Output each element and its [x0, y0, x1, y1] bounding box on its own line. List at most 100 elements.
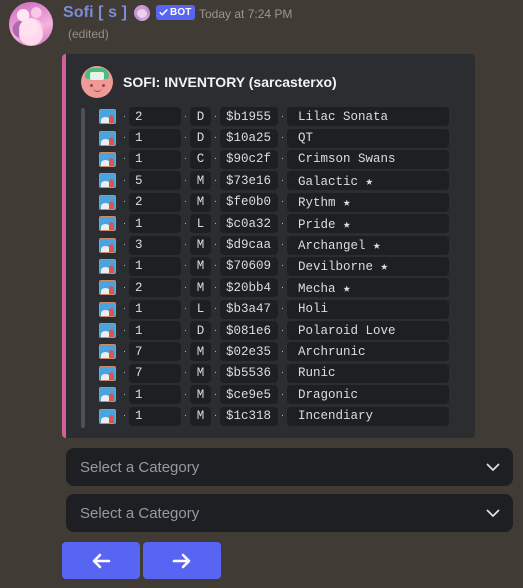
message-author-name[interactable]: Sofi [ s ] — [63, 4, 127, 22]
inventory-name: Crimson Swans — [287, 149, 449, 169]
inventory-row: · 2 · D · $b1955 · Lilac Sonata — [99, 106, 449, 127]
inventory-code: $70609 — [220, 256, 278, 276]
framed-picture-icon — [99, 130, 116, 146]
avatar[interactable] — [9, 2, 53, 46]
separator-dot: · — [122, 388, 127, 400]
framed-picture-icon — [99, 151, 116, 167]
framed-picture-icon — [99, 387, 116, 403]
inventory-count: 1 — [129, 385, 181, 405]
framed-picture-icon — [99, 323, 116, 339]
inventory-code: $b1955 — [220, 107, 278, 127]
message-header: Sofi [ s ] BOT Today at 7:24 PM (edited) — [0, 0, 523, 50]
separator-dot: · — [280, 281, 285, 293]
framed-picture-icon — [99, 216, 116, 232]
inventory-code: $081e6 — [220, 321, 278, 341]
inventory-name: Rythm ★ — [287, 192, 449, 212]
separator-dot: · — [183, 110, 188, 122]
inventory-name: Archrunic — [287, 342, 449, 362]
separator-dot: · — [122, 324, 127, 336]
elf-avatar-icon — [81, 66, 113, 98]
inventory-row: · 1 · L · $c0a32 · Pride ★ — [99, 213, 449, 234]
inventory-name: Lilac Sonata — [287, 107, 449, 127]
framed-picture-icon — [99, 301, 116, 317]
inventory-rank: M — [190, 363, 211, 383]
edited-label: (edited) — [68, 27, 109, 41]
select-category-2-label: Select a Category — [80, 504, 200, 522]
framed-picture-icon — [99, 280, 116, 296]
inventory-count: 2 — [129, 192, 181, 212]
inventory-name: Galactic ★ — [287, 171, 449, 191]
inventory-row: · 1 · D · $081e6 · Polaroid Love — [99, 320, 449, 341]
separator-dot: · — [183, 153, 188, 165]
select-category-1-label: Select a Category — [80, 458, 200, 476]
inventory-name: Mecha ★ — [287, 278, 449, 298]
separator-dot: · — [280, 174, 285, 186]
select-category-2[interactable]: Select a Category — [66, 494, 513, 532]
separator-dot: · — [213, 410, 218, 422]
framed-picture-icon — [99, 173, 116, 189]
inventory-row: · 2 · M · $20bb4 · Mecha ★ — [99, 277, 449, 298]
chevron-down-icon — [486, 463, 500, 471]
inventory-rank: M — [190, 342, 211, 362]
separator-dot: · — [213, 281, 218, 293]
arrow-right-icon — [172, 553, 191, 568]
inventory-name: Incendiary — [287, 406, 449, 426]
inventory-count: 3 — [129, 235, 181, 255]
message-timestamp: Today at 7:24 PM — [199, 7, 293, 21]
previous-page-button[interactable] — [62, 542, 140, 579]
inventory-row: · 7 · M · $b5536 · Runic — [99, 363, 449, 384]
separator-dot: · — [213, 367, 218, 379]
inventory-name: Pride ★ — [287, 214, 449, 234]
separator-dot: · — [280, 239, 285, 251]
separator-dot: · — [122, 132, 127, 144]
inventory-name: Archangel ★ — [287, 235, 449, 255]
select-category-1[interactable]: Select a Category — [66, 448, 513, 486]
separator-dot: · — [183, 174, 188, 186]
separator-dot: · — [280, 110, 285, 122]
separator-dot: · — [122, 196, 127, 208]
inventory-rank: D — [190, 321, 211, 341]
separator-dot: · — [213, 324, 218, 336]
inventory-row: · 1 · L · $b3a47 · Holi — [99, 299, 449, 320]
separator-dot: · — [183, 239, 188, 251]
inventory-code: $c0a32 — [220, 214, 278, 234]
inventory-rank: M — [190, 192, 211, 212]
separator-dot: · — [122, 281, 127, 293]
inventory-rank: M — [190, 385, 211, 405]
inventory-row: · 1 · M · $1c318 · Incendiary — [99, 405, 449, 426]
inventory-rank: L — [190, 299, 211, 319]
inventory-count: 1 — [129, 149, 181, 169]
separator-dot: · — [122, 153, 127, 165]
inventory-embed: SOFI: INVENTORY (sarcasterxo) · 2 · D · $b195… — [62, 54, 475, 438]
check-icon — [159, 9, 168, 16]
separator-dot: · — [280, 410, 285, 422]
inventory-row: · 3 · M · $d9caa · Archangel ★ — [99, 234, 449, 255]
embed-author-name: SOFI: INVENTORY (sarcasterxo) — [123, 74, 337, 90]
inventory-row: · 1 · D · $10a25 · QT — [99, 127, 449, 148]
separator-dot: · — [183, 345, 188, 357]
inventory-name: Polaroid Love — [287, 321, 449, 341]
chevron-down-icon — [486, 509, 500, 517]
separator-dot: · — [122, 110, 127, 122]
framed-picture-icon — [99, 365, 116, 381]
inventory-code: $10a25 — [220, 128, 278, 148]
inventory-list: · 2 · D · $b1955 · Lilac Sonata · 1 · D · $10a25 · QT · 1… — [99, 106, 449, 427]
separator-dot: · — [183, 281, 188, 293]
inventory-count: 1 — [129, 299, 181, 319]
inventory-name: Runic — [287, 363, 449, 383]
framed-picture-icon — [99, 344, 116, 360]
separator-dot: · — [122, 217, 127, 229]
separator-dot: · — [213, 345, 218, 357]
inventory-code: $ce9e5 — [220, 385, 278, 405]
inventory-count: 1 — [129, 406, 181, 426]
separator-dot: · — [280, 260, 285, 272]
separator-dot: · — [280, 132, 285, 144]
next-page-button[interactable] — [143, 542, 221, 579]
separator-dot: · — [122, 303, 127, 315]
framed-picture-icon — [99, 258, 116, 274]
embed-author: SOFI: INVENTORY (sarcasterxo) — [81, 66, 337, 98]
separator-dot: · — [213, 132, 218, 144]
inventory-rank: D — [190, 107, 211, 127]
inventory-code: $b3a47 — [220, 299, 278, 319]
inventory-rank: M — [190, 256, 211, 276]
